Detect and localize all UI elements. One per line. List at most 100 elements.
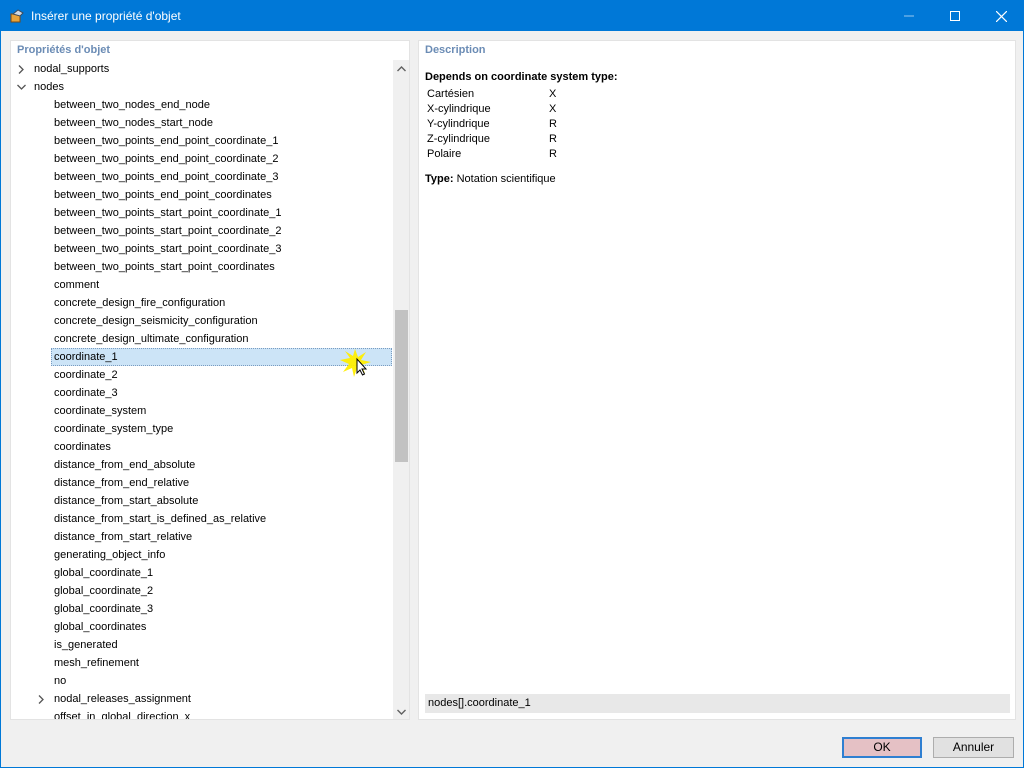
tree-item[interactable]: coordinate_system xyxy=(11,402,393,420)
tree-item[interactable]: global_coordinate_1 xyxy=(11,564,393,582)
tree-item[interactable]: between_two_points_start_point_coordinat… xyxy=(11,222,393,240)
coordinate-value: R xyxy=(549,147,557,160)
close-icon xyxy=(995,10,1007,22)
tree-item-label: concrete_design_ultimate_configuration xyxy=(54,333,249,345)
coordinate-system-table: Cartésien X X-cylindrique X Y-cylindrique R Z-… xyxy=(425,86,557,161)
tree-item-label: concrete_design_seismicity_configuration xyxy=(54,315,258,327)
tree-item[interactable]: nodal_releases_assignment xyxy=(11,690,393,708)
coordinate-row: Y-cylindrique R xyxy=(425,116,557,131)
maximize-icon xyxy=(950,11,960,21)
tree-item[interactable]: between_two_nodes_start_node xyxy=(11,114,393,132)
tree-item[interactable]: coordinate_system_type xyxy=(11,420,393,438)
tree-item-label: no xyxy=(54,675,67,687)
ok-button[interactable]: OK xyxy=(842,737,922,758)
tree-item-label: distance_from_end_relative xyxy=(54,477,190,489)
tree-item[interactable]: between_two_points_start_point_coordinat… xyxy=(11,204,393,222)
close-button[interactable] xyxy=(978,1,1024,31)
tree-item[interactable]: mesh_refinement xyxy=(11,654,393,672)
tree-item[interactable]: coordinates xyxy=(11,438,393,456)
tree-item[interactable]: coordinate_3 xyxy=(11,384,393,402)
tree-item[interactable]: nodes xyxy=(11,78,393,96)
tree-item[interactable]: generating_object_info xyxy=(11,546,393,564)
coordinate-system-name: X-cylindrique xyxy=(427,102,491,115)
chevron-down-icon xyxy=(397,709,406,715)
coordinate-system-name: Cartésien xyxy=(427,87,475,100)
tree-item-label: coordinate_3 xyxy=(54,387,118,399)
tree-item[interactable]: global_coordinate_3 xyxy=(11,600,393,618)
minimize-icon xyxy=(904,15,914,17)
property-path-field: nodes[].coordinate_1 xyxy=(425,694,1010,713)
tree-item[interactable]: concrete_design_seismicity_configuration xyxy=(11,312,393,330)
coordinate-value: X xyxy=(549,87,557,100)
tree-item[interactable]: distance_from_start_relative xyxy=(11,528,393,546)
tree-item-label: between_two_nodes_end_node xyxy=(54,99,210,111)
tree-item[interactable]: between_two_points_end_point_coordinates xyxy=(11,186,393,204)
tree-item-label: nodes xyxy=(34,81,64,93)
minimize-button[interactable] xyxy=(886,1,932,31)
tree-item[interactable]: global_coordinate_2 xyxy=(11,582,393,600)
tree-item[interactable]: concrete_design_fire_configuration xyxy=(11,294,393,312)
tree-item[interactable]: global_coordinates xyxy=(11,618,393,636)
tree-item-label: coordinate_system xyxy=(54,405,147,417)
tree-item-label: between_two_points_start_point_coordinat… xyxy=(54,261,275,273)
tree-item[interactable]: is_generated xyxy=(11,636,393,654)
coordinate-row: Z-cylindrique R xyxy=(425,131,557,146)
tree-item[interactable]: between_two_nodes_end_node xyxy=(11,96,393,114)
scroll-up-button[interactable] xyxy=(393,60,409,77)
chevron-down-icon[interactable] xyxy=(15,78,27,96)
chevron-up-icon xyxy=(397,65,406,71)
tree-item[interactable]: no xyxy=(11,672,393,690)
tree-item[interactable]: coordinate_2 xyxy=(11,366,393,384)
tree-item-label: between_two_points_start_point_coordinat… xyxy=(54,207,282,219)
mouse-cursor-icon xyxy=(340,349,371,377)
tree-item-label: distance_from_start_is_defined_as_relati… xyxy=(54,513,267,525)
maximize-button[interactable] xyxy=(932,1,978,31)
tree-item-label: distance_from_start_relative xyxy=(54,531,193,543)
type-label: Type: xyxy=(425,173,454,185)
tree-item[interactable]: distance_from_end_relative xyxy=(11,474,393,492)
tree-item[interactable]: nodal_supports xyxy=(11,60,393,78)
coordinate-row: Cartésien X xyxy=(425,86,557,101)
property-tree[interactable]: nodal_supportsnodes between_two_nodes_end… xyxy=(11,60,393,719)
tree-item[interactable]: coordinate_1 xyxy=(11,348,393,366)
tree-item-label: concrete_design_fire_configuration xyxy=(54,297,226,309)
coordinate-system-name: Z-cylindrique xyxy=(427,132,490,145)
tree-item-label: between_two_points_end_point_coordinate_… xyxy=(54,171,279,183)
tree-item[interactable]: between_two_points_start_point_coordinat… xyxy=(11,258,393,276)
description-header: Description xyxy=(425,44,486,56)
chevron-right-icon[interactable] xyxy=(15,60,27,78)
tree-item[interactable]: distance_from_start_is_defined_as_relati… xyxy=(11,510,393,528)
tree-item[interactable]: concrete_design_ultimate_configuration xyxy=(11,330,393,348)
coordinate-row: Polaire R xyxy=(425,146,557,161)
coordinate-system-name: Y-cylindrique xyxy=(427,117,490,130)
cancel-button[interactable]: Annuler xyxy=(933,737,1014,758)
tree-item-label: between_two_points_start_point_coordinat… xyxy=(54,243,282,255)
tree-item-label: between_two_points_end_point_coordinates xyxy=(54,189,272,201)
chevron-right-icon[interactable] xyxy=(35,690,47,708)
tree-item[interactable]: offset_in_global_direction_x xyxy=(11,708,393,719)
dialog-window: Insérer une propriété d'objet Propriétés… xyxy=(0,0,1024,768)
tree-item-label: comment xyxy=(54,279,100,291)
tree-item[interactable]: distance_from_start_absolute xyxy=(11,492,393,510)
tree-item-label: coordinate_2 xyxy=(54,369,118,381)
scroll-thumb[interactable] xyxy=(395,310,408,462)
scroll-down-button[interactable] xyxy=(393,703,409,719)
coordinate-system-name: Polaire xyxy=(427,147,462,160)
tree-item-label: between_two_points_end_point_coordinate_… xyxy=(54,135,279,147)
description-body: Depends on coordinate system type: Carté… xyxy=(425,71,618,185)
tree-item[interactable]: between_two_points_end_point_coordinate_… xyxy=(11,132,393,150)
tree-item-label: distance_from_start_absolute xyxy=(54,495,199,507)
tree-item-label: global_coordinates xyxy=(54,621,147,633)
tree-item[interactable]: comment xyxy=(11,276,393,294)
tree-item[interactable]: between_two_points_end_point_coordinate_… xyxy=(11,150,393,168)
title-bar[interactable]: Insérer une propriété d'objet xyxy=(1,1,1023,31)
tree-item[interactable]: between_two_points_start_point_coordinat… xyxy=(11,240,393,258)
tree-item[interactable]: distance_from_end_absolute xyxy=(11,456,393,474)
coordinate-value: X xyxy=(549,102,557,115)
tree-item[interactable]: between_two_points_end_point_coordinate_… xyxy=(11,168,393,186)
tree-scrollbar[interactable] xyxy=(393,60,409,719)
tree-item-label: nodal_releases_assignment xyxy=(54,693,191,705)
type-value: Notation scientifique xyxy=(456,173,556,185)
coordinate-value: R xyxy=(549,117,557,130)
tree-item-label: coordinate_system_type xyxy=(54,423,174,435)
